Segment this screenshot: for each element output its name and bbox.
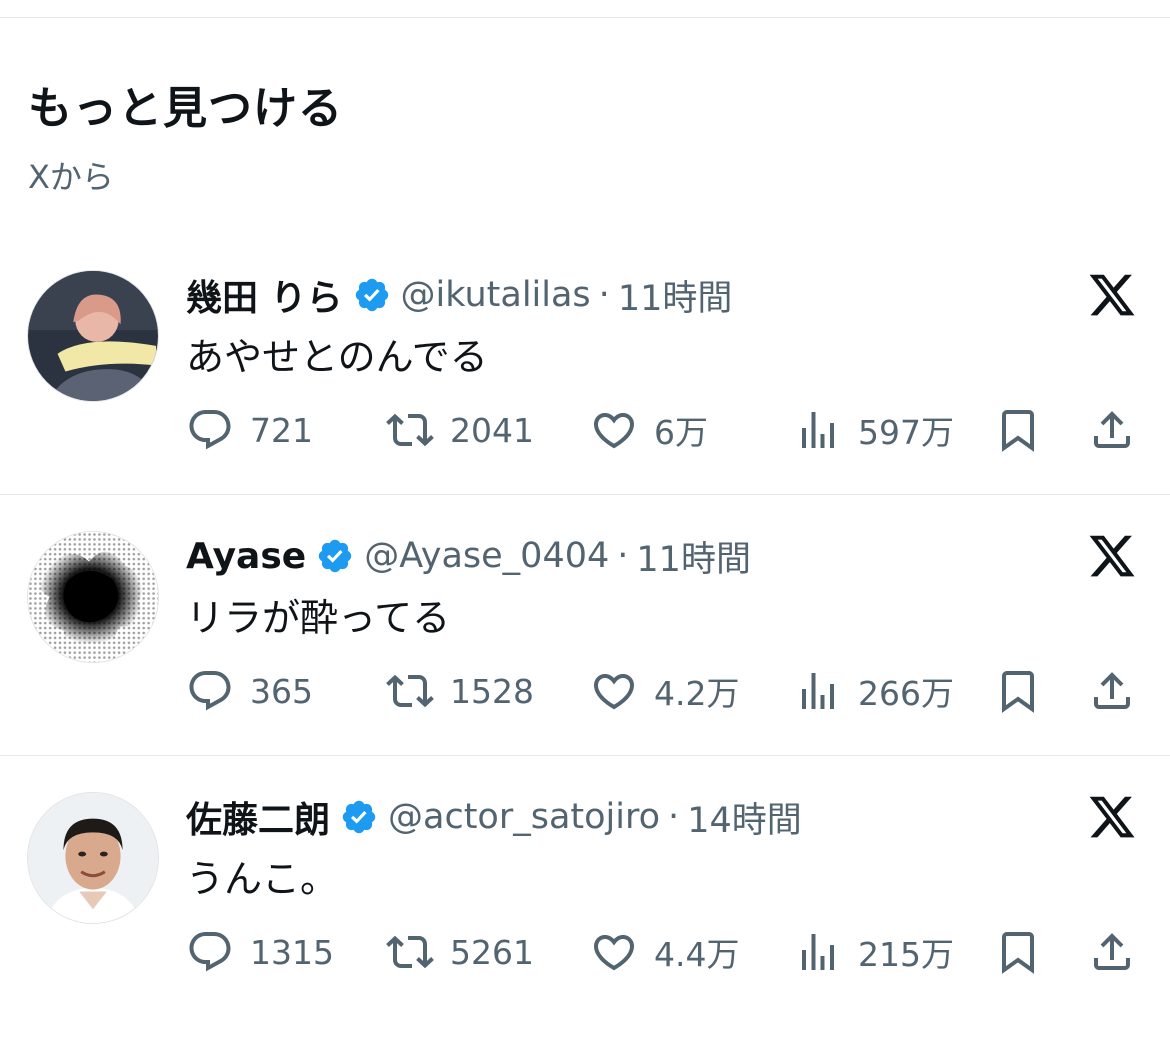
verified-badge-icon — [340, 798, 378, 836]
post-divider — [0, 755, 1170, 756]
reply-icon — [189, 410, 231, 450]
post-time[interactable]: 11時間 — [636, 531, 751, 582]
repost-icon — [386, 674, 434, 708]
share-icon — [1094, 933, 1130, 970]
separator-dot: · — [598, 275, 610, 315]
post-header: Ayase @Ayase_0404 · 11時間 — [186, 531, 751, 581]
post-header: 佐藤二朗 @actor_satojiro · 14時間 — [186, 792, 802, 842]
separator-dot: · — [668, 797, 680, 837]
reply-count: 721 — [250, 410, 313, 450]
views-button[interactable]: 597万 — [794, 406, 954, 454]
post-text: うんこ。 — [186, 857, 339, 901]
post-card[interactable]: 佐藤二朗 @actor_satojiro · 14時間 うんこ。 1315 52… — [0, 792, 1170, 1052]
views-button[interactable]: 266万 — [794, 667, 954, 715]
x-logo-icon — [1086, 270, 1138, 320]
post-card[interactable]: Ayase @Ayase_0404 · 11時間 リラが酔ってる 365 152… — [0, 531, 1170, 791]
post-text: あやせとのんでる — [186, 335, 488, 379]
reply-icon — [189, 932, 231, 972]
reply-button[interactable]: 365 — [186, 667, 313, 715]
views-count: 597万 — [858, 413, 954, 452]
display-name[interactable]: 幾田 りら — [186, 269, 343, 321]
repost-count: 2041 — [450, 410, 534, 450]
post-time[interactable]: 11時間 — [618, 270, 733, 321]
section-title: もっと見つける — [28, 83, 343, 134]
repost-icon — [386, 935, 434, 969]
user-handle[interactable]: @Ayase_0404 — [364, 536, 609, 576]
views-count: 215万 — [858, 935, 954, 974]
x-logo-icon — [1086, 531, 1138, 581]
share-icon — [1094, 672, 1130, 709]
reply-count: 365 — [250, 671, 313, 711]
reply-button[interactable]: 721 — [186, 406, 313, 454]
share-button[interactable] — [1088, 667, 1136, 715]
reply-button[interactable]: 1315 — [186, 928, 334, 976]
views-icon — [802, 673, 834, 709]
bookmark-button[interactable] — [994, 406, 1042, 454]
post-header: 幾田 りら @ikutalilas · 11時間 — [186, 270, 732, 320]
bookmark-button[interactable] — [994, 667, 1042, 715]
like-button[interactable]: 6万 — [590, 406, 708, 454]
user-handle[interactable]: @actor_satojiro — [388, 797, 660, 837]
views-count: 266万 — [858, 674, 954, 713]
avatar[interactable] — [27, 531, 159, 663]
x-logo-icon — [1086, 792, 1138, 842]
avatar[interactable] — [27, 270, 159, 402]
share-button[interactable] — [1088, 928, 1136, 976]
verified-badge-icon — [316, 537, 354, 575]
like-button[interactable]: 4.4万 — [590, 928, 739, 976]
repost-icon — [386, 413, 434, 447]
repost-button[interactable]: 5261 — [386, 928, 534, 976]
post-text: リラが酔ってる — [186, 596, 451, 640]
section-subtitle: Xから — [28, 158, 114, 196]
like-icon — [593, 674, 635, 710]
repost-button[interactable]: 2041 — [386, 406, 534, 454]
bookmark-icon — [1002, 932, 1034, 974]
views-icon — [802, 412, 834, 448]
share-icon — [1094, 411, 1130, 448]
repost-count: 1528 — [450, 671, 534, 711]
views-button[interactable]: 215万 — [794, 928, 954, 976]
bookmark-icon — [1002, 410, 1034, 452]
bookmark-icon — [1002, 671, 1034, 713]
post-divider — [0, 494, 1170, 495]
repost-button[interactable]: 1528 — [386, 667, 534, 715]
like-count: 4.2万 — [654, 674, 740, 713]
like-icon — [593, 935, 635, 971]
post-time[interactable]: 14時間 — [687, 792, 802, 843]
bookmark-button[interactable] — [994, 928, 1042, 976]
reply-icon — [189, 671, 231, 711]
user-handle[interactable]: @ikutalilas — [401, 275, 591, 315]
separator-dot: · — [617, 536, 629, 576]
like-count: 6万 — [654, 413, 708, 452]
post-card[interactable]: 幾田 りら @ikutalilas · 11時間 あやせとのんでる 721 20… — [0, 270, 1170, 530]
display-name[interactable]: Ayase — [186, 536, 306, 577]
verified-badge-icon — [353, 276, 391, 314]
like-button[interactable]: 4.2万 — [590, 667, 739, 715]
reply-count: 1315 — [250, 932, 334, 972]
avatar[interactable] — [27, 792, 159, 924]
views-icon — [802, 934, 834, 970]
top-divider — [0, 17, 1170, 18]
display-name[interactable]: 佐藤二朗 — [186, 791, 330, 843]
like-count: 4.4万 — [654, 935, 740, 974]
repost-count: 5261 — [450, 932, 534, 972]
share-button[interactable] — [1088, 406, 1136, 454]
like-icon — [593, 413, 635, 449]
